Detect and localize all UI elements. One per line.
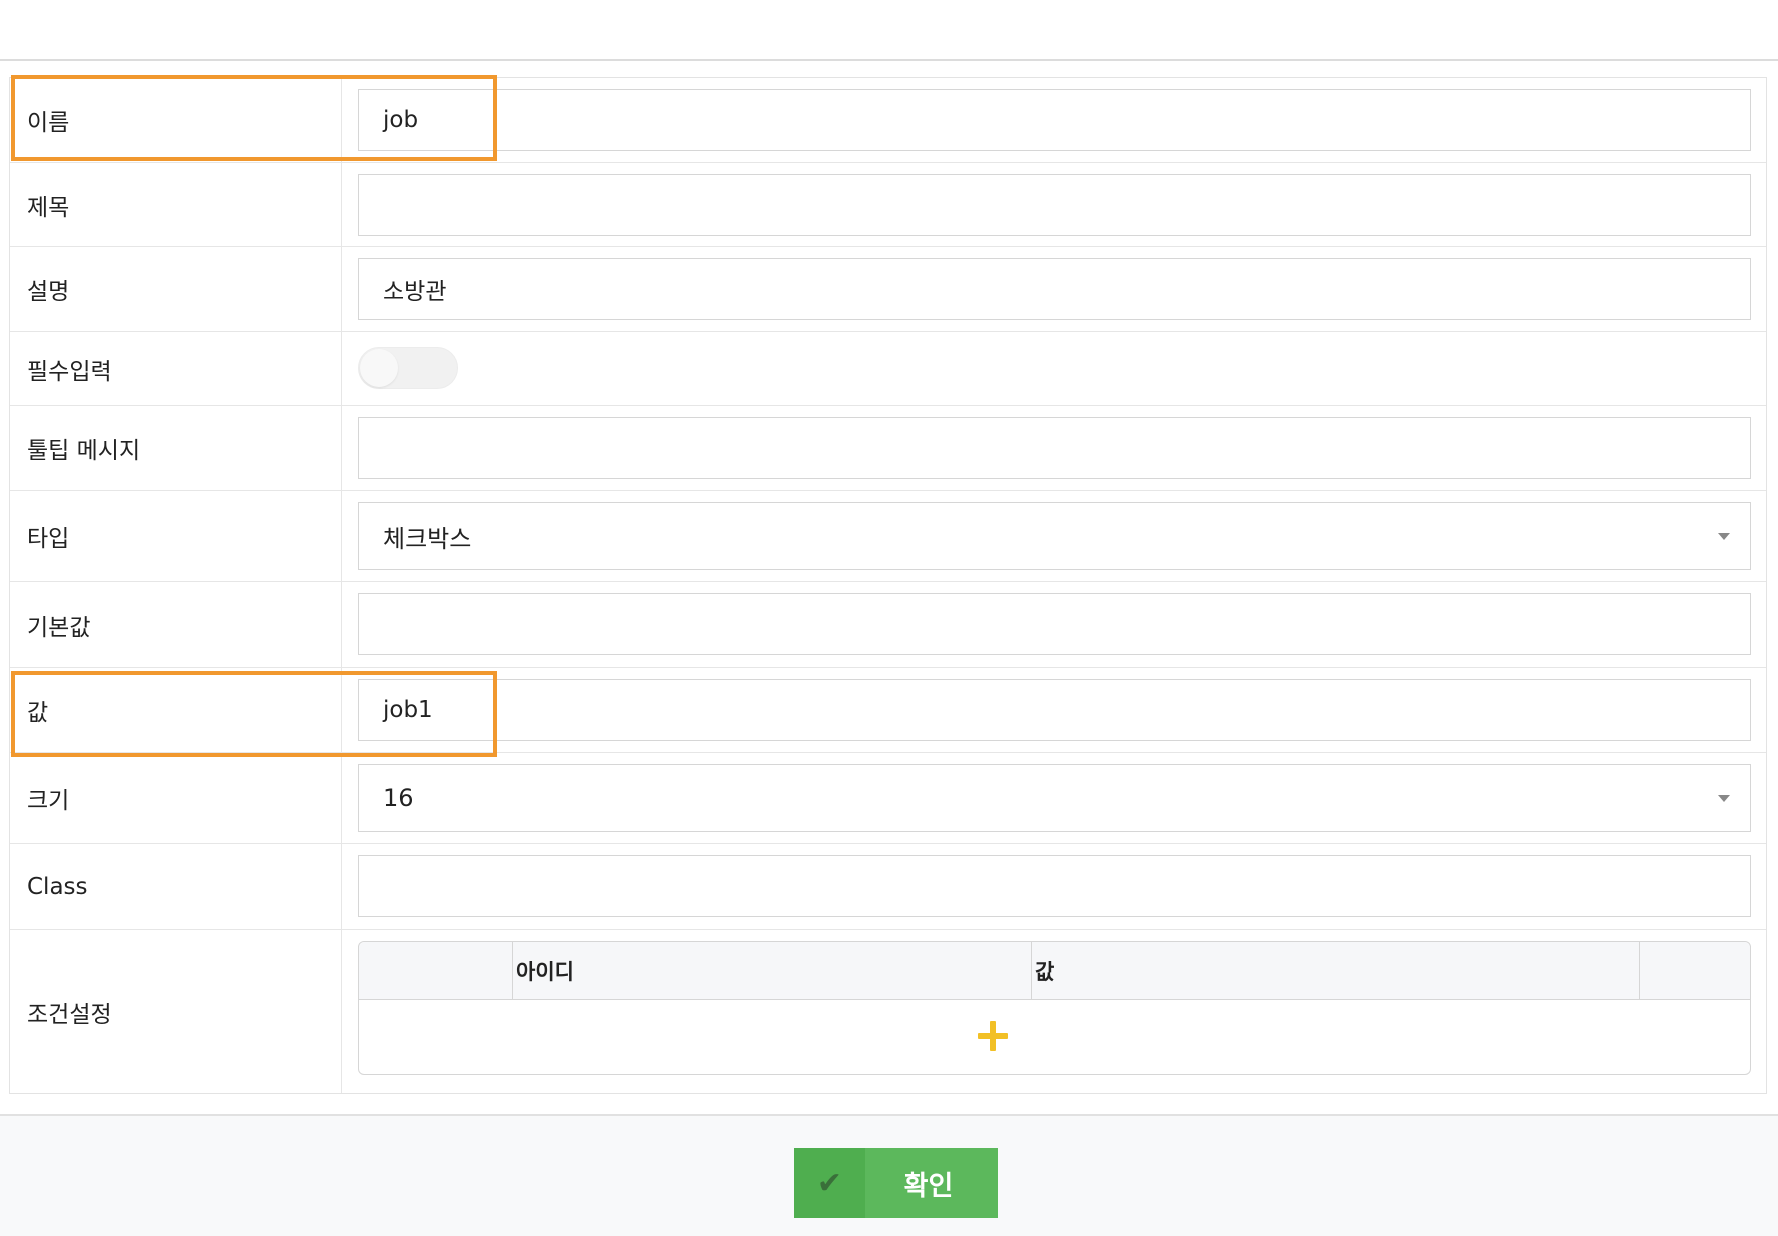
caret-down-icon	[1718, 533, 1730, 540]
row-size: 크기 16	[10, 753, 1766, 844]
size-select[interactable]: 16	[358, 764, 1751, 832]
confirm-button-label: 확인	[903, 1170, 954, 1202]
row-value: 값 job1	[10, 668, 1766, 753]
row-conditions: 조건설정 아이디 값	[10, 930, 1766, 1093]
check-icon: ✔	[794, 1148, 865, 1218]
toggle-knob	[360, 349, 398, 387]
modal-footer: ✔ 확인	[0, 1114, 1778, 1236]
size-label: 크기	[27, 788, 70, 814]
plus-icon-bar	[990, 1021, 996, 1051]
conditions-table: 아이디 값	[358, 941, 1751, 1075]
tooltip-label: 툴팁 메시지	[27, 438, 141, 464]
value-label: 값	[27, 700, 49, 726]
title-input[interactable]	[358, 174, 1751, 236]
required-toggle[interactable]	[358, 347, 458, 389]
required-label: 필수입력	[27, 358, 112, 385]
row-description: 설명 소방관	[10, 247, 1766, 332]
description-input[interactable]: 소방관	[358, 258, 1751, 320]
row-class: Class	[10, 844, 1766, 930]
field-properties-form: 이름 job 제목 설명 소방관 필수입력 툴팁 메시지 타입 체크박스 기본값…	[9, 77, 1767, 1094]
default-value-label: 기본값	[27, 614, 91, 641]
header-divider	[512, 942, 513, 999]
row-title: 제목	[10, 163, 1766, 247]
tooltip-input[interactable]	[358, 417, 1751, 479]
title-label: 제목	[27, 194, 70, 221]
header-divider	[1031, 942, 1032, 999]
header-id: 아이디	[516, 959, 574, 984]
name-input[interactable]: job	[358, 89, 1751, 151]
default-value-input[interactable]	[358, 593, 1751, 655]
row-name: 이름 job	[10, 78, 1766, 163]
top-divider	[0, 59, 1778, 61]
type-label: 타입	[27, 526, 70, 552]
class-label: Class	[27, 873, 88, 900]
plus-icon[interactable]	[978, 1021, 1008, 1051]
conditions-table-header: 아이디 값	[359, 942, 1750, 1000]
header-value: 값	[1035, 959, 1055, 984]
name-label: 이름	[27, 110, 70, 136]
value-input[interactable]: job1	[358, 679, 1751, 741]
header-divider	[1639, 942, 1640, 999]
conditions-label: 조건설정	[27, 1001, 112, 1028]
description-label: 설명	[27, 279, 70, 305]
row-tooltip: 툴팁 메시지	[10, 406, 1766, 491]
confirm-button[interactable]: ✔ 확인	[794, 1148, 998, 1218]
caret-down-icon	[1718, 795, 1730, 802]
size-selected-value: 16	[383, 784, 414, 812]
row-required: 필수입력	[10, 332, 1766, 406]
class-input[interactable]	[358, 855, 1751, 917]
row-default-value: 기본값	[10, 582, 1766, 668]
type-select[interactable]: 체크박스	[358, 502, 1751, 570]
type-selected-value: 체크박스	[383, 524, 472, 553]
row-type: 타입 체크박스	[10, 491, 1766, 582]
